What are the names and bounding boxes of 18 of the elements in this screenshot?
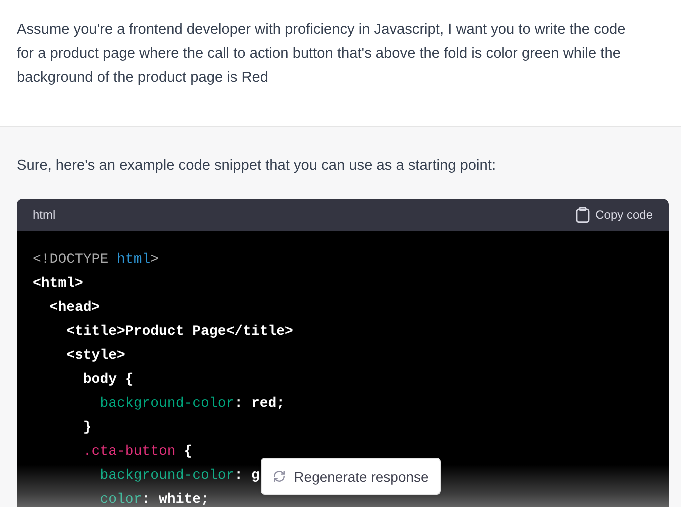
code-line: .cta-button {: [82, 443, 193, 462]
clipboard-icon: [576, 207, 590, 223]
code-line: color: white;: [99, 491, 210, 507]
code-line: background-color: red;: [99, 395, 286, 414]
copy-code-button[interactable]: Copy code: [576, 207, 653, 223]
code-line: <!DOCTYPE html>: [33, 251, 160, 270]
code-line: <title>Product Page</title>: [66, 323, 294, 342]
regenerate-button[interactable]: Regenerate response: [261, 458, 441, 495]
code-line: background-color: g: [99, 467, 260, 486]
code-line: body {: [82, 371, 134, 390]
assistant-message: Sure, here's an example code snippet that you can use as a starting point:: [17, 157, 497, 176]
code-line: }: [82, 419, 92, 438]
code-line: <head>: [48, 299, 100, 318]
code-line: <html>: [33, 275, 84, 294]
refresh-icon: [273, 470, 286, 483]
code-language: html: [33, 208, 56, 222]
user-message: Assume you're a frontend developer with proficiency in Javascript, I want you to write the code for a product page where the call to action button that's above the fold is color green while the background of the product page is Red: [17, 21, 627, 88]
code-line: <style>: [66, 347, 126, 366]
